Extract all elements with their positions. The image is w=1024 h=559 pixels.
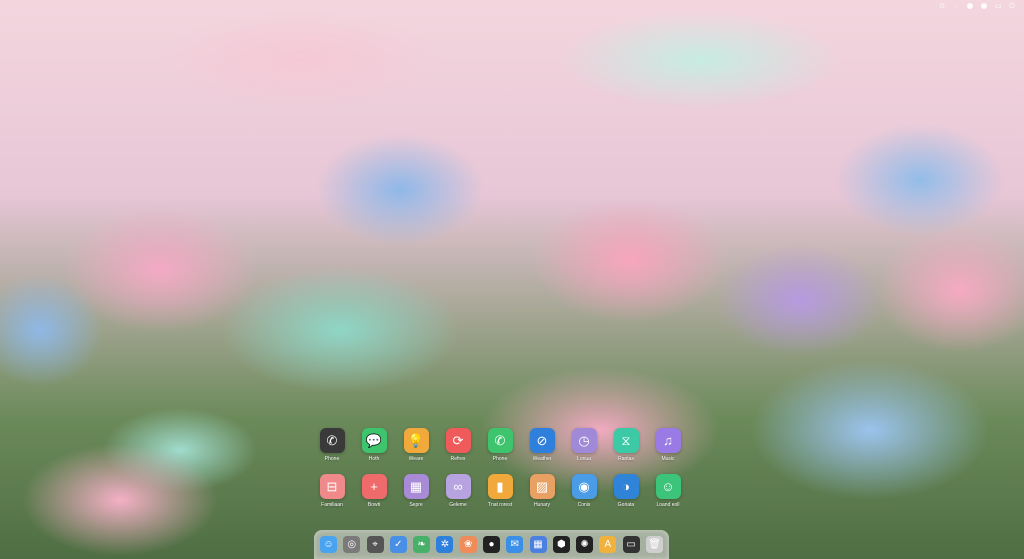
app-label: Phone	[492, 456, 508, 462]
app-label: Familiaan	[321, 502, 343, 508]
app-music[interactable]: ♫ Music	[647, 428, 689, 462]
hexagon-icon[interactable]: ⬢	[552, 536, 570, 553]
menu-bar: ⊙ ◌ ▭ ⏻	[938, 0, 1016, 12]
compass-icon: ⊘	[529, 428, 555, 453]
app-label: Hoth	[368, 456, 380, 462]
chat-icon[interactable]: ◌	[952, 2, 960, 10]
hourglass-icon: ⧖	[613, 428, 639, 453]
battery-icon[interactable]: ▭	[994, 2, 1002, 10]
app-label: Rantas	[618, 456, 634, 462]
app-globe[interactable]: ◑ Goriata	[605, 474, 647, 508]
chart-icon: ▮	[487, 474, 513, 499]
settings-icon[interactable]: ✺	[576, 536, 594, 553]
app-label: Tnat rorest	[487, 502, 513, 508]
app-calendar[interactable]: ▦ Sepre	[395, 474, 437, 508]
app-label: Bowti	[367, 502, 381, 508]
app-steering[interactable]: ◉ Conis	[563, 474, 605, 508]
finder-icon[interactable]: ☺	[320, 536, 337, 553]
app-label: Weather	[532, 456, 552, 462]
app-label: Goriata	[617, 502, 635, 508]
plus-icon: +	[361, 474, 387, 499]
app-label: Hunary	[533, 502, 551, 508]
app-refresh[interactable]: ⟳ Refres	[437, 428, 479, 462]
calendar-icon[interactable]: ▦	[529, 536, 547, 553]
app-hourglass[interactable]: ⧖ Rantas	[605, 428, 647, 462]
phone-icon: ✆	[319, 428, 345, 453]
car-icon: ⊟	[319, 474, 345, 499]
app-label: Weare	[408, 456, 424, 462]
leaf-icon[interactable]: ❧	[413, 536, 431, 553]
safari-icon[interactable]: ◎	[343, 536, 361, 553]
power-icon[interactable]: ⏻	[1008, 2, 1016, 10]
app-photo[interactable]: ▨ Hunary	[521, 474, 563, 508]
photo-icon: ▨	[529, 474, 555, 499]
trash-icon[interactable]: 🗑	[645, 536, 663, 553]
refresh-icon: ⟳	[445, 428, 471, 453]
app-label: Lonua	[577, 456, 591, 462]
calendar-icon: ▦	[403, 474, 429, 499]
app-plus[interactable]: + Bowti	[353, 474, 395, 508]
tips-icon: 💡	[403, 428, 429, 453]
record-icon[interactable]: ⊙	[938, 2, 946, 10]
link-icon: ∞	[445, 474, 471, 499]
steering-icon: ◉	[571, 474, 597, 499]
app-tips[interactable]: 💡 Weare	[395, 428, 437, 462]
globe-icon: ◑	[613, 474, 639, 499]
photos-icon[interactable]: ❀	[459, 536, 477, 553]
app-label: Music	[661, 456, 675, 462]
app-clock[interactable]: ◷ Lonua	[563, 428, 605, 462]
music-icon: ♫	[655, 428, 681, 453]
app-car[interactable]: ⊟ Familiaan	[311, 474, 353, 508]
text-icon[interactable]: A	[599, 536, 617, 553]
app-compass[interactable]: ⊘ Weather	[521, 428, 563, 462]
app-grid: ✆ Phone 💬 Hoth 💡 Weare ⟳ Refres ✆ Phone ⊘ Weather ◷ L…	[311, 428, 689, 508]
dot-icon[interactable]	[966, 2, 974, 10]
check-icon[interactable]: ✓	[389, 536, 407, 553]
app-messages[interactable]: 💬 Hoth	[353, 428, 395, 462]
app-chart[interactable]: ▮ Tnat rorest	[479, 474, 521, 508]
app-label: Phone	[324, 456, 340, 462]
gear-icon[interactable]: ✲	[436, 536, 454, 553]
app-label: Conis	[577, 502, 591, 508]
clock-icon: ◷	[571, 428, 597, 453]
app-phone[interactable]: ✆ Phone	[311, 428, 353, 462]
dock: ☺ ◎ ⌖ ✓ ❧ ✲ ❀ ● ✉ ▦ ⬢ ✺ A ▭ 🗑	[314, 530, 669, 559]
app-label: Loand eoll	[656, 502, 680, 508]
app-label: Sepre	[409, 502, 423, 508]
app-label: Refres	[450, 456, 466, 462]
mail-icon[interactable]: ✉	[506, 536, 524, 553]
screen-icon[interactable]: ▭	[622, 536, 640, 553]
app-link[interactable]: ∞ Geleme	[437, 474, 479, 508]
smile-icon: ☺	[655, 474, 681, 499]
location-icon[interactable]: ⌖	[366, 536, 384, 553]
record-icon[interactable]: ●	[482, 536, 500, 553]
app-call[interactable]: ✆ Phone	[479, 428, 521, 462]
app-label: Geleme	[449, 502, 467, 508]
dot-icon[interactable]	[980, 2, 988, 10]
app-smile[interactable]: ☺ Loand eoll	[647, 474, 689, 508]
call-icon: ✆	[487, 428, 513, 453]
messages-icon: 💬	[361, 428, 387, 453]
